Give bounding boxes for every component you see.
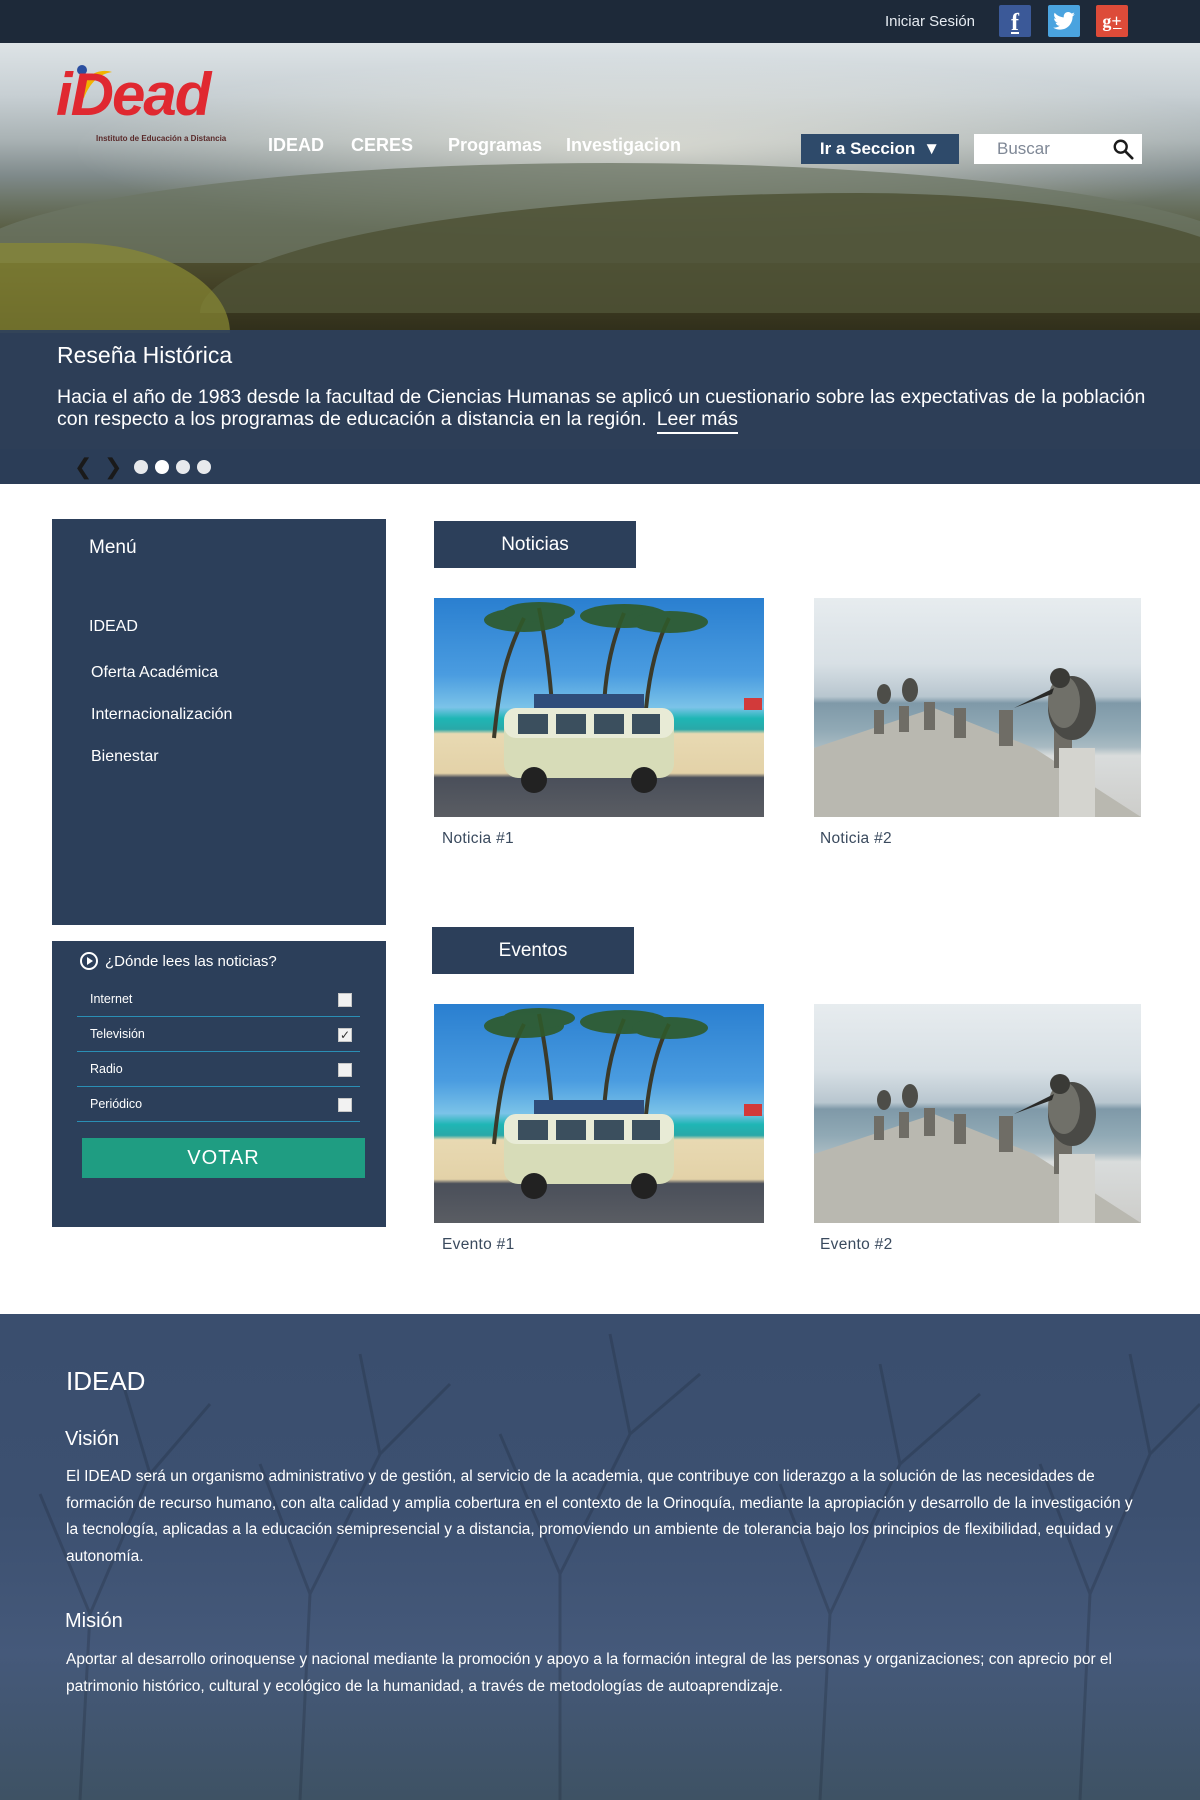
event-2-image[interactable] bbox=[814, 1004, 1141, 1223]
pelican-pier-image bbox=[814, 1074, 1141, 1223]
slide-dot[interactable] bbox=[176, 460, 190, 474]
mision-text: Aportar al desarrollo orinoquense y naci… bbox=[66, 1651, 1112, 1695]
play-circle-icon bbox=[80, 952, 98, 970]
hero-banner: iDead Instituto de Educación a Distancia… bbox=[0, 43, 1200, 484]
top-bar: Iniciar Sesión f g+ bbox=[0, 0, 1200, 43]
read-more-link[interactable]: Leer más bbox=[656, 408, 738, 434]
nav-investigacion[interactable]: Investigacion bbox=[566, 135, 681, 156]
poll-option[interactable]: Internet bbox=[77, 982, 360, 1017]
chevron-right-icon[interactable]: ❯ bbox=[104, 456, 122, 478]
search-input[interactable] bbox=[974, 134, 1104, 164]
vision-text: El IDEAD será un organismo administrativ… bbox=[66, 1468, 1133, 1565]
slide-dot[interactable] bbox=[134, 460, 148, 474]
poll-checkbox-periodico[interactable] bbox=[338, 1098, 352, 1112]
news-1-image[interactable] bbox=[434, 598, 764, 817]
poll-question: ¿Dónde lees las noticias? bbox=[80, 952, 277, 970]
event-2-caption[interactable]: Evento #2 bbox=[820, 1236, 893, 1254]
event-1-image[interactable] bbox=[434, 1004, 764, 1223]
logo-subtitle: Instituto de Educación a Distancia bbox=[96, 134, 227, 143]
poll-option[interactable]: Periódico bbox=[77, 1087, 360, 1122]
beach-van-image bbox=[484, 1008, 762, 1199]
news-2-caption[interactable]: Noticia #2 bbox=[820, 830, 892, 848]
poll-checkbox-radio[interactable] bbox=[338, 1063, 352, 1077]
hero-title: Reseña Histórica bbox=[57, 342, 233, 368]
idead-logo[interactable]: iDead Instituto de Educación a Distancia bbox=[54, 60, 244, 160]
go-to-section-dropdown[interactable]: Ir a Seccion ▼ bbox=[801, 134, 959, 164]
search-icon[interactable] bbox=[1112, 138, 1134, 160]
poll-checkbox-internet[interactable] bbox=[338, 993, 352, 1007]
pelican-pier-image bbox=[814, 668, 1141, 817]
logo-text: iDead bbox=[56, 61, 211, 128]
nav-ceres[interactable]: CERES bbox=[351, 135, 413, 156]
twitter-bird-icon bbox=[1053, 12, 1075, 30]
poll-option-label: Internet bbox=[90, 992, 133, 1006]
news-2-image[interactable] bbox=[814, 598, 1141, 817]
poll-option[interactable]: Radio bbox=[77, 1052, 360, 1087]
news-1-caption[interactable]: Noticia #1 bbox=[442, 830, 514, 848]
poll-question-text: ¿Dónde lees las noticias? bbox=[105, 952, 277, 970]
slider-controls: ❮ ❯ bbox=[0, 449, 1200, 484]
menu-item-bienestar[interactable]: Bienestar bbox=[91, 748, 159, 766]
twitter-icon[interactable] bbox=[1048, 5, 1080, 37]
slide-dot[interactable] bbox=[197, 460, 211, 474]
nav-idead[interactable]: IDEAD bbox=[268, 135, 324, 156]
poll-option-label: Radio bbox=[90, 1062, 123, 1076]
hero-description: Hacia el año de 1983 desde la facultad d… bbox=[57, 386, 1146, 430]
menu-item-idead[interactable]: IDEAD bbox=[89, 618, 138, 636]
slide-dot-active[interactable] bbox=[155, 460, 169, 474]
poll-option[interactable]: Televisión ✓ bbox=[77, 1017, 360, 1052]
footer-title: IDEAD bbox=[66, 1366, 146, 1396]
login-link[interactable]: Iniciar Sesión bbox=[885, 13, 975, 30]
caret-down-icon: ▼ bbox=[923, 139, 941, 158]
menu-item-oferta-academica[interactable]: Oferta Académica bbox=[91, 664, 218, 682]
vision-heading: Visión bbox=[65, 1428, 120, 1450]
poll-checkbox-television[interactable]: ✓ bbox=[338, 1028, 352, 1042]
nav-programas[interactable]: Programas bbox=[448, 135, 542, 156]
chevron-left-icon[interactable]: ❮ bbox=[74, 456, 92, 478]
mision-heading: Misión bbox=[65, 1610, 123, 1632]
google-plus-icon[interactable]: g+ bbox=[1096, 5, 1128, 37]
poll-option-label: Periódico bbox=[90, 1097, 143, 1111]
menu-item-internacionalizacion[interactable]: Internacionalización bbox=[91, 706, 232, 724]
section-button-label: Ir a Seccion bbox=[819, 139, 916, 158]
hero-text: Hacia el año de 1983 desde la facultad d… bbox=[57, 386, 1147, 434]
beach-van-image bbox=[484, 602, 762, 793]
news-section-header: Noticias bbox=[434, 521, 636, 568]
vote-button[interactable]: VOTAR bbox=[82, 1138, 365, 1178]
facebook-icon[interactable]: f bbox=[999, 5, 1031, 37]
events-section-header: Eventos bbox=[432, 927, 634, 974]
hero-caption: Reseña Histórica Hacia el año de 1983 de… bbox=[0, 330, 1200, 449]
poll-option-label: Televisión bbox=[90, 1027, 145, 1041]
poll-widget: ¿Dónde lees las noticias? Internet Telev… bbox=[52, 941, 386, 1227]
side-menu: Menú IDEAD Oferta Académica Internaciona… bbox=[52, 519, 386, 925]
menu-title: Menú bbox=[89, 537, 137, 558]
search-box bbox=[974, 134, 1142, 164]
footer-about: IDEAD Visión El IDEAD será un organismo … bbox=[0, 1314, 1200, 1800]
event-1-caption[interactable]: Evento #1 bbox=[442, 1236, 515, 1254]
